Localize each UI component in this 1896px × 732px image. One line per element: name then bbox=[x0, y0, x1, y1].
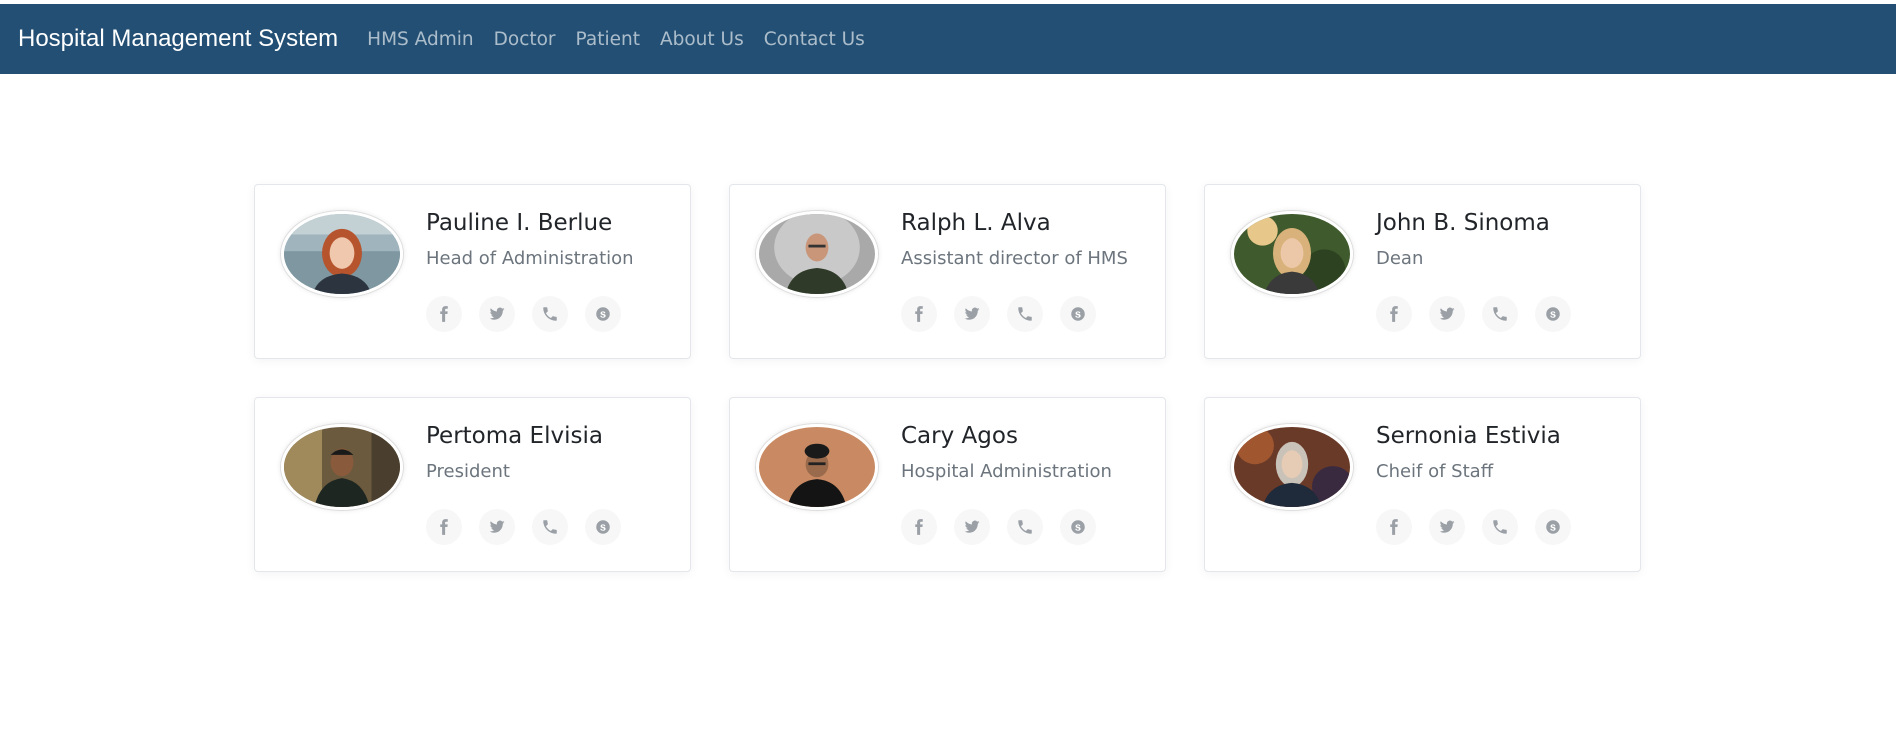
staff-name: John B. Sinoma bbox=[1376, 210, 1550, 236]
facebook-icon[interactable] bbox=[426, 509, 462, 545]
phone-icon[interactable] bbox=[1007, 296, 1043, 332]
avatar bbox=[1231, 424, 1353, 510]
avatar bbox=[1231, 211, 1353, 297]
phone-icon[interactable] bbox=[1007, 509, 1043, 545]
social-links bbox=[901, 509, 1113, 545]
phone-icon[interactable] bbox=[1482, 296, 1518, 332]
staff-role: Hospital Administration bbox=[901, 461, 1112, 482]
staff-name: Ralph L. Alva bbox=[901, 210, 1051, 236]
skype-icon[interactable] bbox=[1535, 509, 1571, 545]
facebook-icon[interactable] bbox=[426, 296, 462, 332]
nav-link-about-us[interactable]: About Us bbox=[660, 29, 744, 50]
nav-links: HMS Admin Doctor Patient About Us Contac… bbox=[367, 29, 885, 50]
social-links bbox=[426, 509, 638, 545]
avatar bbox=[756, 424, 878, 510]
staff-card: John B. Sinoma Dean bbox=[1204, 184, 1641, 359]
twitter-icon[interactable] bbox=[1429, 509, 1465, 545]
skype-icon[interactable] bbox=[1060, 296, 1096, 332]
staff-card: Ralph L. Alva Assistant director of HMS bbox=[729, 184, 1166, 359]
staff-role: Cheif of Staff bbox=[1376, 461, 1494, 482]
twitter-icon[interactable] bbox=[479, 296, 515, 332]
facebook-icon[interactable] bbox=[1376, 296, 1412, 332]
staff-role: Dean bbox=[1376, 248, 1424, 269]
staff-name: Pertoma Elvisia bbox=[426, 423, 603, 449]
nav-link-patient[interactable]: Patient bbox=[576, 29, 640, 50]
avatar bbox=[281, 424, 403, 510]
nav-link-hms-admin[interactable]: HMS Admin bbox=[367, 29, 473, 50]
staff-role: President bbox=[426, 461, 510, 482]
twitter-icon[interactable] bbox=[1429, 296, 1465, 332]
social-links bbox=[901, 296, 1113, 332]
facebook-icon[interactable] bbox=[901, 296, 937, 332]
phone-icon[interactable] bbox=[1482, 509, 1518, 545]
phone-icon[interactable] bbox=[532, 509, 568, 545]
staff-name: Cary Agos bbox=[901, 423, 1018, 449]
staff-name: Pauline I. Berlue bbox=[426, 210, 613, 236]
staff-card: Pauline I. Berlue Head of Administration bbox=[254, 184, 691, 359]
staff-card: Sernonia Estivia Cheif of Staff bbox=[1204, 397, 1641, 572]
brand-title[interactable]: Hospital Management System bbox=[18, 25, 338, 53]
social-links bbox=[1376, 296, 1588, 332]
nav-link-contact-us[interactable]: Contact Us bbox=[764, 29, 865, 50]
facebook-icon[interactable] bbox=[901, 509, 937, 545]
social-links bbox=[1376, 509, 1588, 545]
skype-icon[interactable] bbox=[1535, 296, 1571, 332]
nav-link-doctor[interactable]: Doctor bbox=[494, 29, 556, 50]
staff-role: Assistant director of HMS bbox=[901, 248, 1128, 269]
skype-icon[interactable] bbox=[585, 296, 621, 332]
staff-role: Head of Administration bbox=[426, 248, 634, 269]
social-links bbox=[426, 296, 638, 332]
avatar bbox=[281, 211, 403, 297]
staff-card: Cary Agos Hospital Administration bbox=[729, 397, 1166, 572]
staff-card: Pertoma Elvisia President bbox=[254, 397, 691, 572]
staff-name: Sernonia Estivia bbox=[1376, 423, 1561, 449]
facebook-icon[interactable] bbox=[1376, 509, 1412, 545]
skype-icon[interactable] bbox=[585, 509, 621, 545]
phone-icon[interactable] bbox=[532, 296, 568, 332]
twitter-icon[interactable] bbox=[479, 509, 515, 545]
skype-icon[interactable] bbox=[1060, 509, 1096, 545]
avatar bbox=[756, 211, 878, 297]
twitter-icon[interactable] bbox=[954, 509, 990, 545]
twitter-icon[interactable] bbox=[954, 296, 990, 332]
top-navbar: Hospital Management System HMS Admin Doc… bbox=[0, 4, 1896, 74]
